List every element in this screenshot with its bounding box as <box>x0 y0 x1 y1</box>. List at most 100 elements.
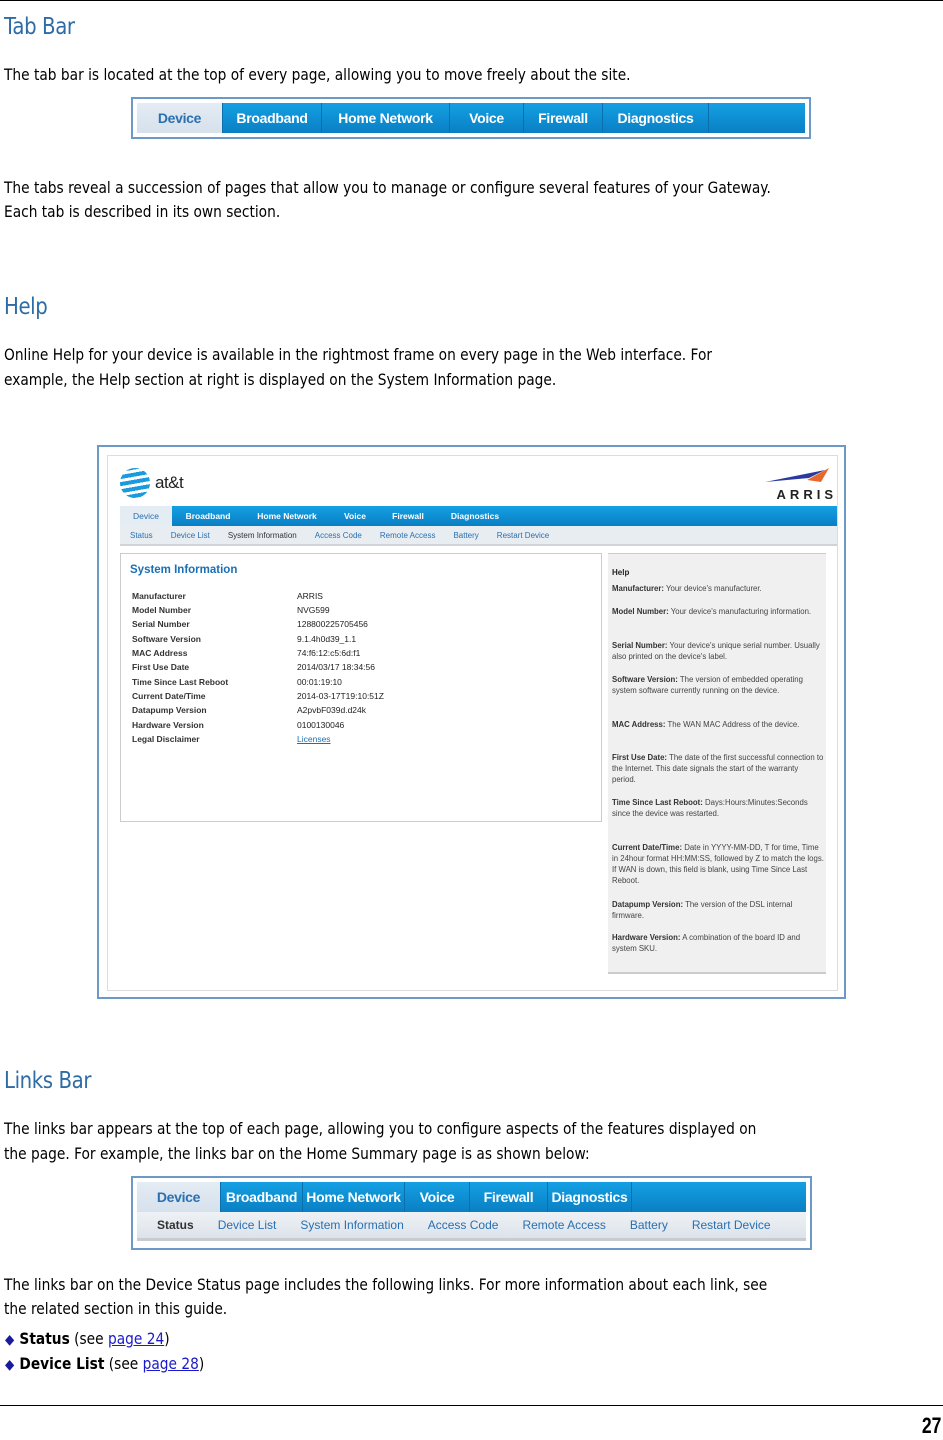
info-value: 00:01:19:10 <box>297 677 342 687</box>
system-information-figure: at&t ARRIS Device Broadband Home Network… <box>97 445 846 999</box>
bullet-see: (see <box>69 1329 108 1348</box>
help-body-1: Online Help for your device is available… <box>4 345 713 364</box>
bullet-close: ) <box>198 1354 205 1373</box>
info-value: 0100130046 <box>297 720 345 730</box>
embedded-link-status[interactable]: Status <box>130 531 153 540</box>
info-row: Hardware Version 0100130046 <box>132 720 592 734</box>
tab-diagnostics[interactable]: Diagnostics <box>603 103 709 133</box>
help-item: Software Version: The version of embedde… <box>612 674 824 696</box>
embedded-link-remote-access[interactable]: Remote Access <box>380 531 436 540</box>
links-bar-after-1: The links bar on the Device Status page … <box>4 1275 768 1294</box>
help-item: Datapump Version: The version of the DSL… <box>612 899 824 921</box>
links-bar: Status Device List System Information Ac… <box>137 1212 806 1241</box>
tab-firewall[interactable]: Firewall <box>470 1182 548 1212</box>
embedded-link-restart-device[interactable]: Restart Device <box>497 531 549 540</box>
page-24-link[interactable]: page 24 <box>108 1329 164 1348</box>
link-status[interactable]: Status <box>157 1218 194 1232</box>
help-term: Manufacturer: <box>612 584 664 593</box>
info-row: First Use Date 2014/03/17 18:34:56 <box>132 662 592 676</box>
links-bar-body-1: The links bar appears at the top of each… <box>4 1119 757 1138</box>
page-28-link[interactable]: page 28 <box>143 1354 199 1373</box>
help-term: Serial Number: <box>612 641 668 650</box>
link-restart-device[interactable]: Restart Device <box>692 1218 771 1232</box>
section-heading-links-bar: Links Bar <box>4 1068 92 1094</box>
info-value: 74:f6:12:c5:6d:f1 <box>297 648 361 658</box>
page-number: 27 <box>921 1413 941 1438</box>
links-bar-figure: Device Broadband Home Network Voice Fire… <box>131 1176 812 1250</box>
info-row: Software Version 9.1.4h0d39_1.1 <box>132 634 592 648</box>
help-text: The WAN MAC Address of the device. <box>665 720 800 729</box>
embedded-tab-home-network[interactable]: Home Network <box>244 506 330 526</box>
bullet-term: Status <box>19 1329 70 1348</box>
link-access-code[interactable]: Access Code <box>428 1218 499 1232</box>
embedded-link-battery[interactable]: Battery <box>453 531 478 540</box>
info-value: NVG599 <box>297 605 330 615</box>
link-device-list[interactable]: Device List <box>218 1218 277 1232</box>
info-value: 2014/03/17 18:34:56 <box>297 662 375 672</box>
info-label: Software Version <box>132 634 201 644</box>
tab-bar-body-1: The tabs reveal a succession of pages th… <box>4 178 771 197</box>
help-term: Hardware Version: <box>612 933 681 942</box>
info-label: Hardware Version <box>132 720 204 730</box>
info-label: Current Date/Time <box>132 691 206 701</box>
help-item: Current Date/Time: Date in YYYY-MM-DD, T… <box>612 842 824 886</box>
link-system-information[interactable]: System Information <box>300 1218 403 1232</box>
embedded-link-access-code[interactable]: Access Code <box>315 531 362 540</box>
help-term: Current Date/Time: <box>612 843 683 852</box>
tab-home-network[interactable]: Home Network <box>322 103 450 133</box>
embedded-link-system-information[interactable]: System Information <box>228 531 297 540</box>
section-heading-help: Help <box>4 294 48 320</box>
tab-device[interactable]: Device <box>137 103 223 133</box>
embedded-tab-firewall[interactable]: Firewall <box>380 506 436 526</box>
tab-broadband[interactable]: Broadband <box>223 103 322 133</box>
embedded-tab-voice[interactable]: Voice <box>330 506 380 526</box>
tab-firewall[interactable]: Firewall <box>524 103 603 133</box>
tab-bar-intro: The tab bar is located at the top of eve… <box>4 65 631 84</box>
info-label: Model Number <box>132 605 192 615</box>
header-rule <box>0 0 943 1</box>
links-bar-body-2: the page. For example, the links bar on … <box>4 1144 590 1163</box>
info-value: 2014-03-17T19:10:51Z <box>297 691 384 701</box>
info-value: 128800225705456 <box>297 619 368 629</box>
help-body-2: example, the Help section at right is di… <box>4 370 557 389</box>
help-text: Your device's manufacturer. <box>664 584 762 593</box>
arris-swoosh-icon <box>765 468 829 482</box>
help-term: First Use Date: <box>612 753 668 762</box>
diamond-bullet-icon: ◆ <box>5 1357 15 1373</box>
info-row: Serial Number 128800225705456 <box>132 619 592 633</box>
links-figure-tab-bar: Device Broadband Home Network Voice Fire… <box>137 1182 806 1212</box>
tab-device[interactable]: Device <box>137 1182 221 1212</box>
help-term: Model Number: <box>612 607 669 616</box>
info-row: Model Number NVG599 <box>132 605 592 619</box>
bullet-close: ) <box>164 1329 170 1348</box>
link-battery[interactable]: Battery <box>630 1218 668 1232</box>
info-label: Datapump Version <box>132 705 207 715</box>
links-bar-after-2: the related section in this guide. <box>4 1299 228 1318</box>
info-value: 9.1.4h0d39_1.1 <box>297 634 357 644</box>
help-text: Your device's manufacturing information. <box>668 607 812 616</box>
help-item: MAC Address: The WAN MAC Address of the … <box>612 719 824 730</box>
help-item: Model Number: Your device's manufacturin… <box>612 606 824 617</box>
info-label: Manufacturer <box>132 591 186 601</box>
section-heading-tab-bar: Tab Bar <box>4 14 75 40</box>
tab-voice[interactable]: Voice <box>405 1182 470 1212</box>
embedded-tab-device[interactable]: Device <box>120 506 172 526</box>
tab-home-network[interactable]: Home Network <box>303 1182 405 1212</box>
embedded-tab-broadband[interactable]: Broadband <box>172 506 244 526</box>
tab-broadband[interactable]: Broadband <box>221 1182 303 1212</box>
help-term: Time Since Last Reboot: <box>612 798 703 807</box>
bullet-item-device-list: ◆ Device List (see page 28) <box>5 1352 204 1377</box>
embedded-tab-diagnostics[interactable]: Diagnostics <box>436 506 514 526</box>
info-value: ARRIS <box>297 591 323 601</box>
help-term: Datapump Version: <box>612 900 684 909</box>
info-row: Legal Disclaimer Licenses <box>132 734 592 748</box>
system-information-panel: System Information Manufacturer ARRIS Mod… <box>120 553 602 822</box>
licenses-link[interactable]: Licenses <box>297 734 331 744</box>
help-item: Manufacturer: Your device's manufacturer… <box>612 583 824 594</box>
tab-diagnostics[interactable]: Diagnostics <box>548 1182 632 1212</box>
tab-bar: Device Broadband Home Network Voice Fire… <box>137 103 805 133</box>
link-remote-access[interactable]: Remote Access <box>522 1218 605 1232</box>
tab-voice[interactable]: Voice <box>450 103 524 133</box>
help-panel: Help Manufacturer: Your device's manufac… <box>608 553 826 974</box>
embedded-link-device-list[interactable]: Device List <box>171 531 210 540</box>
